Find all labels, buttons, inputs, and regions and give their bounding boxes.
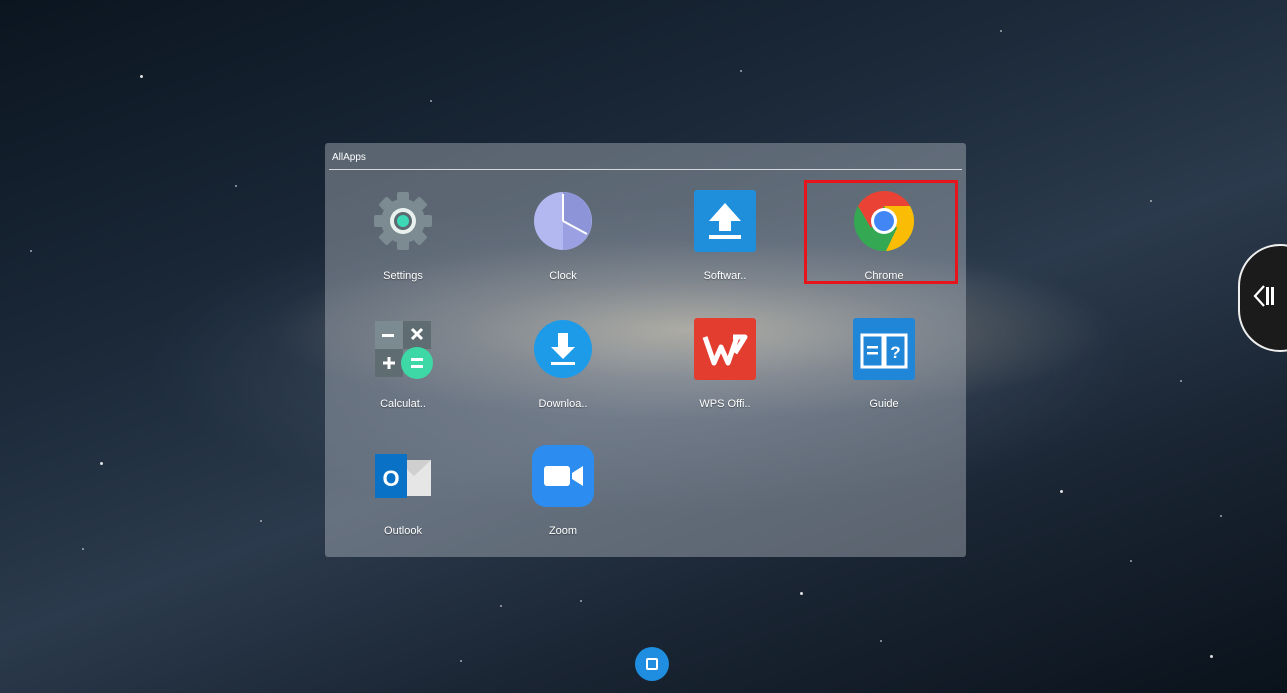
app-wps-office[interactable]: WPS Offi.. [665,317,785,427]
clock-icon [534,192,592,250]
app-software-update[interactable]: Softwar.. [665,189,785,299]
collapse-arrow-icon [1253,285,1274,307]
app-label: Guide [869,398,899,410]
guide-book-icon: ? [853,318,915,380]
app-zoom[interactable]: Zoom [503,444,623,554]
download-icon [534,320,592,378]
app-label: Downloa.. [538,398,588,410]
settings-gear-icon [374,192,432,250]
app-label: Settings [383,270,423,282]
folder-title: AllApps [332,152,366,163]
app-guide[interactable]: ? Guide [824,317,944,427]
software-upload-icon [694,190,756,252]
calculator-icon [375,321,433,379]
svg-text:O: O [382,466,399,491]
zoom-camera-icon [532,445,594,507]
app-label: Clock [549,270,577,282]
folder-divider [329,169,962,170]
app-outlook[interactable]: O Outlook [343,444,463,554]
app-settings[interactable]: Settings [343,189,463,299]
wps-office-icon [694,318,756,380]
home-square-icon [646,658,658,670]
app-label: Calculat.. [380,398,426,410]
outlook-icon: O [375,454,431,498]
app-label: WPS Offi.. [699,398,751,410]
app-downloads[interactable]: Downloa.. [503,317,623,427]
home-button[interactable] [635,647,669,681]
app-label: Outlook [384,525,422,537]
svg-text:?: ? [890,343,900,362]
chrome-highlight-box [804,180,958,284]
app-label: Zoom [548,525,578,537]
app-clock[interactable]: Clock [503,189,623,299]
app-label: Softwar.. [703,270,747,282]
app-calculator[interactable]: Calculat.. [343,317,463,427]
